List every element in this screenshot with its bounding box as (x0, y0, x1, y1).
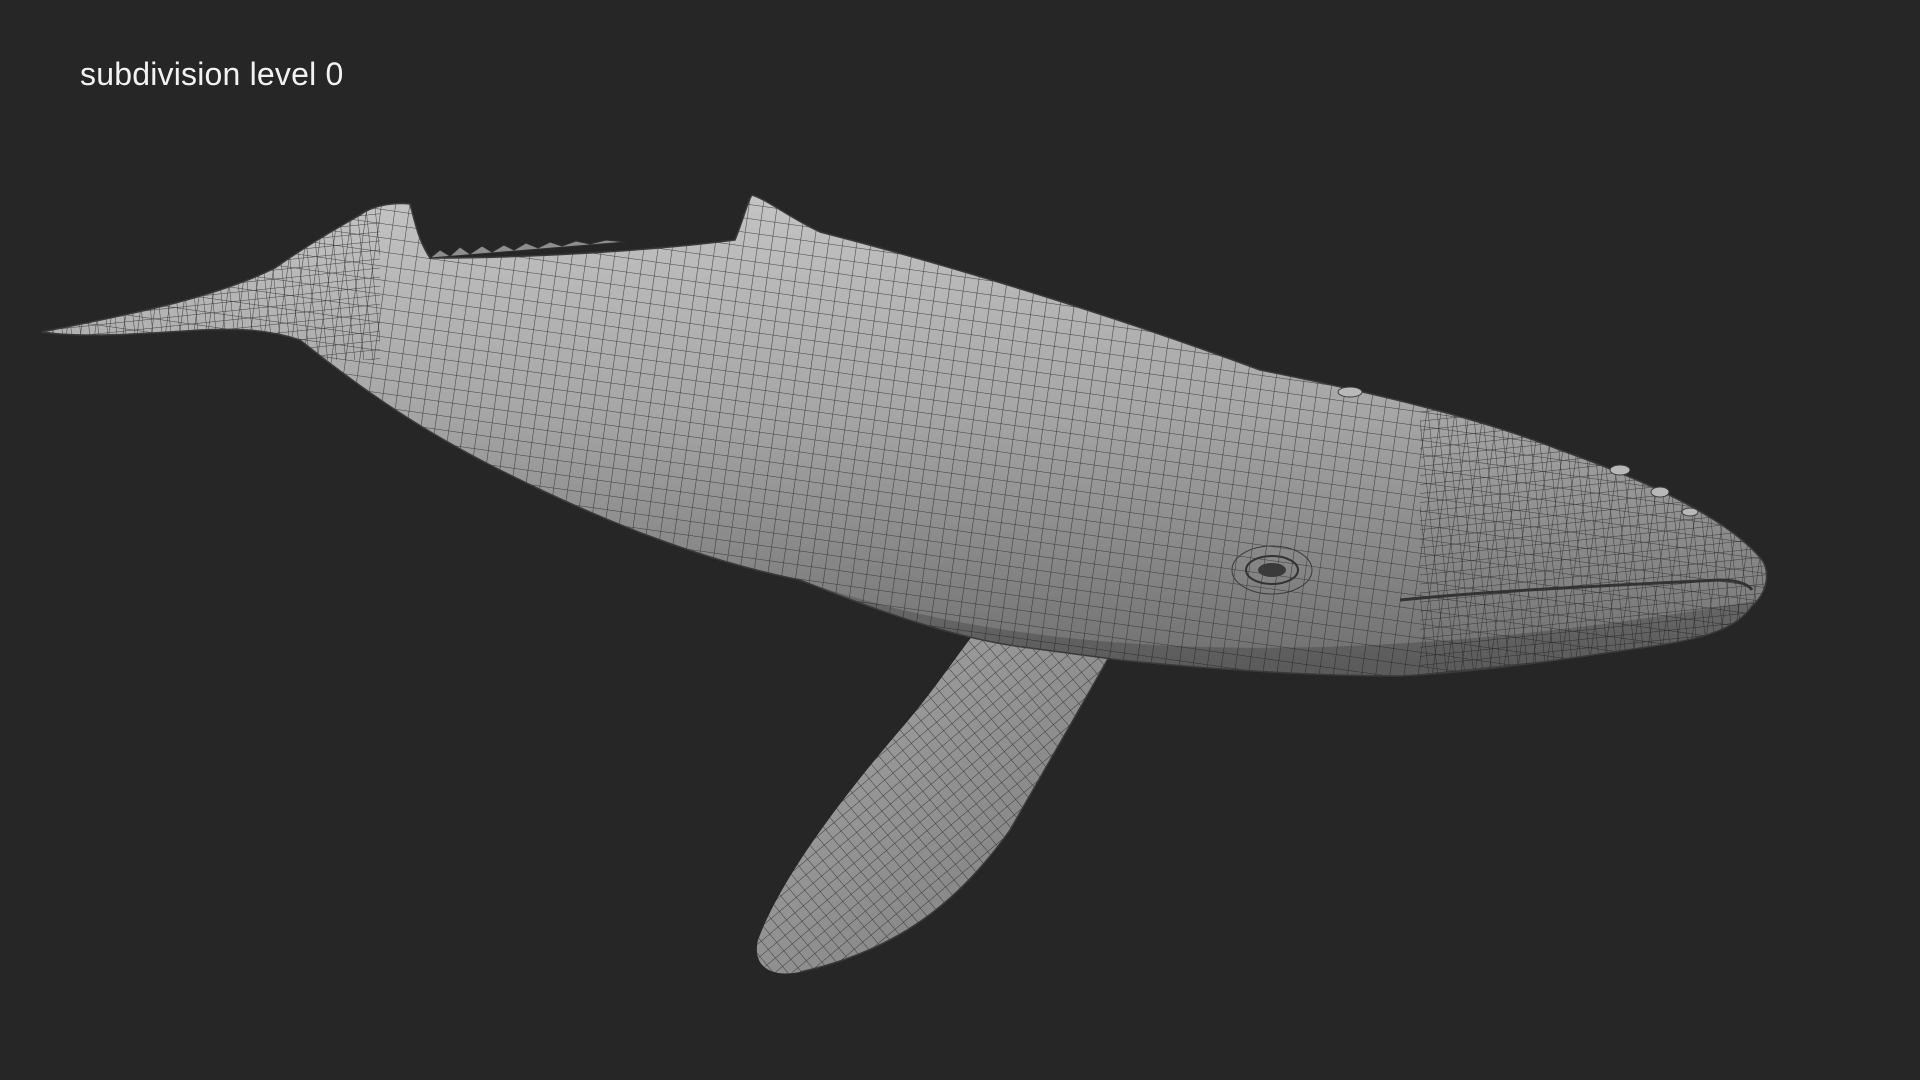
whale-body (41, 194, 1768, 677)
whale-wireframe-model (41, 194, 1768, 974)
render-viewport: subdivision level 0 (0, 0, 1920, 1080)
pectoral-fin (756, 620, 1111, 974)
subdivision-caption: subdivision level 0 (80, 56, 344, 92)
